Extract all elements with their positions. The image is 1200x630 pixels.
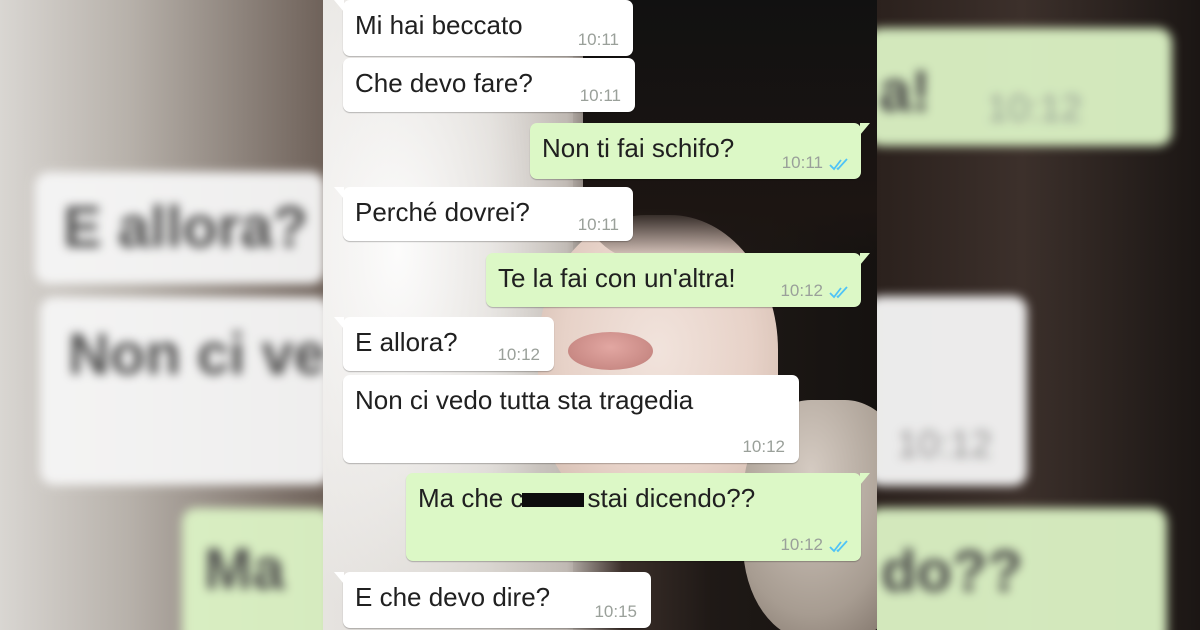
message-time: 10:12 <box>780 535 823 554</box>
message-bubble-incoming[interactable]: Mi hai beccato 10:11 <box>334 0 633 56</box>
message-text: Mi hai beccato <box>355 10 523 40</box>
blurred-bubble: E allora? <box>35 172 323 284</box>
chat-screenshot: Mi hai beccato 10:11 Che devo fare? 10:1… <box>323 0 877 630</box>
message-time: 10:11 <box>577 30 619 49</box>
blurred-bubble: Ma <box>182 508 323 630</box>
message-text: Te la fai con un'altra! <box>498 263 736 293</box>
message-text: Non ti fai schifo? <box>542 133 735 163</box>
message-bubble-incoming[interactable]: E che devo dire? 10:15 <box>334 572 651 628</box>
double-check-icon <box>829 286 848 299</box>
double-check-icon <box>829 540 848 553</box>
message-time: 10:11 <box>579 86 621 105</box>
blurred-background-left: E allora? Non ci ve Ma <box>0 0 323 630</box>
message-bubble-incoming[interactable]: E allora? 10:12 <box>334 317 554 371</box>
message-bubble-outgoing[interactable]: Ma che c stai dicendo?? 10:12 <box>406 473 870 561</box>
message-time: 10:12 <box>742 437 785 456</box>
double-check-icon <box>829 158 848 171</box>
message-text: Che devo fare? <box>355 68 533 98</box>
message-time: 10:11 <box>781 153 823 172</box>
message-time: 10:12 <box>497 345 540 364</box>
message-time: 10:11 <box>577 215 619 234</box>
message-bubble-incoming[interactable]: Che devo fare? 10:11 <box>343 58 635 112</box>
message-time: 10:12 <box>780 281 823 300</box>
blurred-bubble: Non ci ve <box>40 297 323 485</box>
message-text: E allora? <box>355 327 458 357</box>
message-text: Non ci vedo tutta sta tragedia <box>355 385 694 415</box>
censor-bar <box>521 493 584 508</box>
message-time: 10:15 <box>594 602 637 621</box>
message-bubble-outgoing[interactable]: Non ti fai schifo? 10:11 <box>530 123 870 179</box>
background-photo-lips <box>568 332 653 370</box>
blurred-bubble: 10:12 <box>877 296 1027 486</box>
blurred-background-right: a! 10:12 10:12 do?? <box>877 0 1200 630</box>
blurred-bubble: do?? <box>877 508 1167 630</box>
blurred-bubble: a! 10:12 <box>877 28 1172 146</box>
message-text: Perché dovrei? <box>355 197 530 227</box>
message-text: Ma che c stai dicendo?? <box>418 483 756 513</box>
message-bubble-outgoing[interactable]: Te la fai con un'altra! 10:12 <box>486 253 870 307</box>
message-bubble-incoming[interactable]: Non ci vedo tutta sta tragedia 10:12 <box>343 375 799 463</box>
message-bubble-incoming[interactable]: Perché dovrei? 10:11 <box>334 187 633 241</box>
message-text: E che devo dire? <box>355 582 551 612</box>
